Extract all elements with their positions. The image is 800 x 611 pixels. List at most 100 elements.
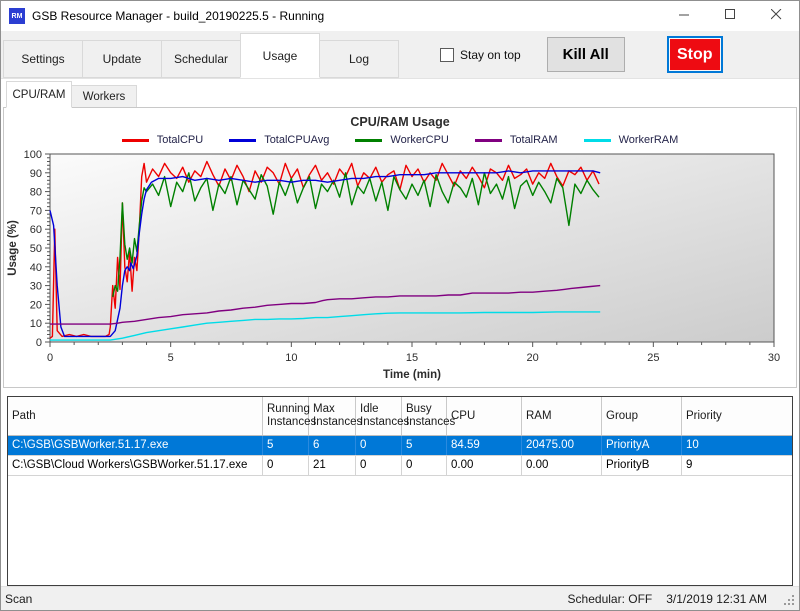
- column-header[interactable]: Idle Instances: [356, 397, 402, 435]
- table-cell: 9: [682, 456, 792, 475]
- column-header[interactable]: RAM: [522, 397, 602, 435]
- tab-log[interactable]: Log: [319, 40, 399, 78]
- legend-label: TotalCPU: [157, 134, 203, 146]
- table-cell: 20475.00: [522, 436, 602, 455]
- tab-update[interactable]: Update: [82, 40, 162, 78]
- legend-label: WorkerCPU: [390, 134, 448, 146]
- svg-text:Usage (%): Usage (%): [7, 220, 19, 276]
- stay-on-top-group[interactable]: Stay on top: [440, 48, 521, 62]
- table-row[interactable]: C:\GSB\GSBWorker.51.17.exe560584.5920475…: [8, 436, 792, 456]
- status-bar: Scan Schedular: OFF 3/1/2019 12:31 AM: [1, 586, 799, 610]
- svg-text:0: 0: [47, 352, 53, 364]
- minimize-icon: [679, 7, 690, 25]
- status-scan-label: Scan: [5, 592, 32, 606]
- svg-text:60: 60: [30, 224, 42, 236]
- status-datetime-label: 3/1/2019 12:31 AM: [666, 592, 767, 606]
- resize-grip-icon[interactable]: [783, 594, 795, 606]
- svg-text:10: 10: [30, 318, 42, 330]
- tab-usage[interactable]: Usage: [240, 33, 320, 78]
- legend-item: WorkerCPU: [355, 134, 448, 146]
- table-cell: C:\GSB\GSBWorker.51.17.exe: [8, 436, 263, 455]
- status-scheduler-label: Schedular: OFF: [568, 592, 653, 606]
- toolbar: Stay on top Kill All Stop: [398, 31, 723, 78]
- legend-line-icon: [122, 139, 149, 142]
- legend-label: TotalCPUAvg: [264, 134, 329, 146]
- svg-text:90: 90: [30, 168, 42, 180]
- table-cell: 10: [682, 436, 792, 455]
- title-bar: RM GSB Resource Manager - build_20190225…: [1, 1, 799, 31]
- close-button[interactable]: [753, 1, 799, 31]
- stop-button[interactable]: Stop: [667, 36, 723, 73]
- table-cell: 6: [309, 436, 356, 455]
- close-icon: [771, 7, 782, 25]
- table-cell: 0: [402, 456, 447, 475]
- table-row[interactable]: C:\GSB\Cloud Workers\GSBWorker.51.17.exe…: [8, 456, 792, 476]
- svg-text:20: 20: [30, 299, 42, 311]
- legend-line-icon: [229, 139, 256, 142]
- usage-tab-page: CPU/RAM Workers CPU/RAM Usage TotalCPUTo…: [1, 79, 799, 586]
- table-cell: 0.00: [522, 456, 602, 475]
- legend-line-icon: [584, 139, 611, 142]
- column-header[interactable]: Path: [8, 397, 263, 435]
- svg-text:20: 20: [527, 352, 539, 364]
- chart-title: CPU/RAM Usage: [4, 115, 796, 131]
- window-controls: [661, 1, 799, 31]
- minimize-button[interactable]: [661, 1, 707, 31]
- table-cell: C:\GSB\Cloud Workers\GSBWorker.51.17.exe: [8, 456, 263, 475]
- status-right-group: Schedular: OFF 3/1/2019 12:31 AM: [568, 592, 795, 606]
- column-header[interactable]: Priority: [682, 397, 792, 435]
- tab-schedular[interactable]: Schedular: [161, 40, 241, 78]
- legend-label: WorkerRAM: [619, 134, 679, 146]
- table-cell: PriorityA: [602, 436, 682, 455]
- app-window: RM GSB Resource Manager - build_20190225…: [0, 0, 800, 611]
- maximize-icon: [725, 7, 736, 25]
- subtab-cpu-ram[interactable]: CPU/RAM: [6, 81, 72, 108]
- svg-text:80: 80: [30, 187, 42, 199]
- legend-item: TotalRAM: [475, 134, 558, 146]
- svg-text:15: 15: [406, 352, 418, 364]
- svg-text:40: 40: [30, 262, 42, 274]
- process-table: PathRunning InstancesMax InstancesIdle I…: [7, 396, 793, 586]
- legend-item: TotalCPUAvg: [229, 134, 329, 146]
- column-header[interactable]: Max Instances: [309, 397, 356, 435]
- kill-all-button[interactable]: Kill All: [547, 37, 625, 72]
- svg-text:10: 10: [285, 352, 297, 364]
- sub-tab-strip: CPU/RAM Workers: [3, 79, 797, 107]
- svg-text:Time (min): Time (min): [383, 369, 441, 381]
- maximize-button[interactable]: [707, 1, 753, 31]
- column-header[interactable]: Running Instances: [263, 397, 309, 435]
- table-cell: 0: [356, 456, 402, 475]
- main-tab-strip: Settings Update Schedular Usage Log Stay…: [1, 31, 799, 79]
- column-header[interactable]: Group: [602, 397, 682, 435]
- column-header[interactable]: Busy Instances: [402, 397, 447, 435]
- tab-settings[interactable]: Settings: [3, 40, 83, 78]
- svg-text:100: 100: [24, 149, 42, 161]
- table-cell: 84.59: [447, 436, 522, 455]
- window-title: GSB Resource Manager - build_20190225.5 …: [32, 9, 324, 23]
- table-body: C:\GSB\GSBWorker.51.17.exe560584.5920475…: [8, 436, 792, 476]
- stay-on-top-checkbox[interactable]: [440, 48, 454, 62]
- table-cell: PriorityB: [602, 456, 682, 475]
- table-cell: 0.00: [447, 456, 522, 475]
- svg-text:70: 70: [30, 205, 42, 217]
- table-cell: 0: [263, 456, 309, 475]
- subtab-workers[interactable]: Workers: [71, 85, 137, 108]
- table-header: PathRunning InstancesMax InstancesIdle I…: [8, 397, 792, 436]
- column-header[interactable]: CPU: [447, 397, 522, 435]
- table-cell: 0: [356, 436, 402, 455]
- svg-text:25: 25: [647, 352, 659, 364]
- table-cell: 5: [402, 436, 447, 455]
- stay-on-top-label: Stay on top: [460, 48, 521, 62]
- usage-chart-svg: 0102030405060708090100051015202530Time (…: [4, 149, 788, 383]
- legend-item: TotalCPU: [122, 134, 203, 146]
- legend-line-icon: [355, 139, 382, 142]
- chart-legend: TotalCPU TotalCPUAvg WorkerCPU TotalRAM Work…: [4, 131, 796, 149]
- svg-text:0: 0: [36, 337, 42, 349]
- svg-text:50: 50: [30, 243, 42, 255]
- legend-label: TotalRAM: [510, 134, 558, 146]
- table-cell: 21: [309, 456, 356, 475]
- chart-panel: CPU/RAM Usage TotalCPU TotalCPUAvg WorkerC…: [3, 107, 797, 388]
- app-icon: RM: [9, 8, 25, 24]
- svg-text:30: 30: [30, 281, 42, 293]
- legend-item: WorkerRAM: [584, 134, 679, 146]
